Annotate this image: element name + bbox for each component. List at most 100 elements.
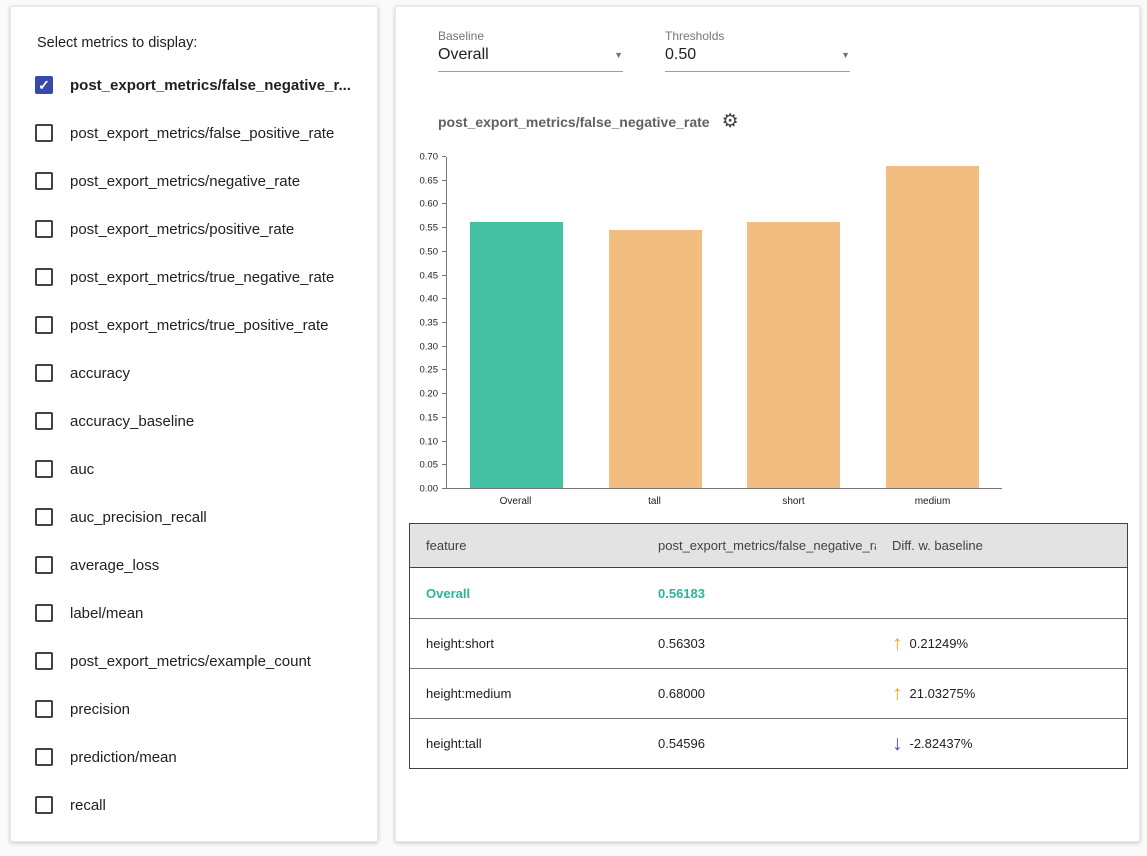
metric-label: post_export_metrics/false_positive_rate [70, 125, 334, 142]
metric-item[interactable]: average_loss [35, 541, 353, 589]
bar-medium[interactable] [886, 166, 979, 488]
y-tick-label: 0.30 [420, 341, 439, 352]
y-tick-label: 0.00 [420, 484, 439, 495]
arrow-down-icon: ↓ [892, 733, 903, 754]
y-tick-mark [442, 227, 446, 228]
y-tick-label: 0.15 [420, 412, 439, 423]
table-header-feature: feature [410, 538, 642, 553]
y-tick-label: 0.50 [420, 246, 439, 257]
metric-label: accuracy [70, 365, 130, 382]
y-tick-mark [442, 417, 446, 418]
y-tick-label: 0.70 [420, 152, 439, 163]
checkbox-unchecked-icon[interactable] [35, 316, 53, 334]
bar-Overall[interactable] [470, 222, 563, 488]
y-tick-label: 0.45 [420, 270, 439, 281]
metrics-list: ✓post_export_metrics/false_negative_r...… [35, 61, 353, 829]
gear-icon[interactable]: ⚙ [722, 112, 739, 131]
x-axis: Overalltallshortmedium [446, 496, 1002, 507]
x-tick-label: tall [585, 496, 724, 507]
metric-item[interactable]: prediction/mean [35, 733, 353, 781]
checkbox-unchecked-icon[interactable] [35, 172, 53, 190]
metric-item[interactable]: auc [35, 445, 353, 493]
chart-header: post_export_metrics/false_negative_rate … [409, 112, 1126, 131]
metric-item[interactable]: post_export_metrics/negative_rate [35, 157, 353, 205]
x-tick-label: Overall [446, 496, 585, 507]
checkbox-unchecked-icon[interactable] [35, 700, 53, 718]
table-row[interactable]: Overall0.56183 [410, 568, 1127, 618]
feature-cell: height:medium [410, 686, 642, 701]
metric-label: recall [70, 797, 106, 814]
metric-label: average_loss [70, 557, 159, 574]
checkbox-unchecked-icon[interactable] [35, 268, 53, 286]
metric-item[interactable]: label/mean [35, 589, 353, 637]
bar-short[interactable] [747, 222, 840, 488]
metric-label: post_export_metrics/example_count [70, 653, 311, 670]
metric-item[interactable]: post_export_metrics/positive_rate [35, 205, 353, 253]
metric-label: post_export_metrics/true_negative_rate [70, 269, 334, 286]
baseline-select-label: Baseline [438, 29, 623, 43]
y-tick-label: 0.25 [420, 365, 439, 376]
metric-value-cell: 0.54596 [642, 736, 876, 751]
diff-text: 21.03275% [910, 686, 976, 701]
metric-label: auc_precision_recall [70, 509, 207, 526]
checkbox-unchecked-icon[interactable] [35, 220, 53, 238]
checkbox-unchecked-icon[interactable] [35, 412, 53, 430]
metric-item[interactable]: precision [35, 685, 353, 733]
checkbox-unchecked-icon[interactable] [35, 460, 53, 478]
metric-item[interactable]: post_export_metrics/true_positive_rate [35, 301, 353, 349]
thresholds-select[interactable]: Thresholds 0.50 ▼ [665, 29, 850, 72]
metrics-panel: Select metrics to display: ✓post_export_… [10, 6, 378, 842]
y-tick-mark [442, 156, 446, 157]
metric-label: post_export_metrics/true_positive_rate [70, 317, 328, 334]
checkbox-unchecked-icon[interactable] [35, 556, 53, 574]
metric-item[interactable]: post_export_metrics/example_count [35, 637, 353, 685]
bar-slot [586, 157, 725, 488]
bar-tall[interactable] [609, 230, 702, 488]
metric-value-cell: 0.56183 [642, 586, 876, 601]
diff-text: 0.21249% [910, 636, 969, 651]
metric-item[interactable]: auc_precision_recall [35, 493, 353, 541]
thresholds-select-label: Thresholds [665, 29, 850, 43]
metric-item[interactable]: post_export_metrics/true_negative_rate [35, 253, 353, 301]
checkbox-unchecked-icon[interactable] [35, 364, 53, 382]
bar-plot [446, 157, 1002, 489]
checkbox-unchecked-icon[interactable] [35, 604, 53, 622]
table-header-diff: Diff. w. baseline [876, 538, 1127, 553]
checkbox-unchecked-icon[interactable] [35, 652, 53, 670]
checkbox-checked-icon[interactable]: ✓ [35, 76, 53, 94]
y-tick-mark [442, 322, 446, 323]
checkbox-unchecked-icon[interactable] [35, 796, 53, 814]
y-tick-mark [442, 275, 446, 276]
metric-item[interactable]: recall [35, 781, 353, 829]
table-header-metric: post_export_metrics/false_negative_rat..… [642, 538, 876, 553]
diff-cell: ↑ 0.21249% [876, 633, 1127, 654]
checkbox-unchecked-icon[interactable] [35, 124, 53, 142]
checkbox-unchecked-icon[interactable] [35, 508, 53, 526]
arrow-up-icon: ↑ [892, 633, 903, 654]
y-tick-mark [442, 441, 446, 442]
metric-item[interactable]: post_export_metrics/false_positive_rate [35, 109, 353, 157]
y-tick-mark [442, 251, 446, 252]
x-tick-label: short [724, 496, 863, 507]
feature-cell: Overall [410, 586, 642, 601]
metric-item[interactable]: accuracy_baseline [35, 397, 353, 445]
baseline-select-value[interactable]: Overall ▼ [438, 46, 623, 72]
arrow-up-icon: ↑ [892, 683, 903, 704]
y-axis: 0.000.050.100.150.200.250.300.350.400.45… [409, 157, 446, 489]
table-row[interactable]: height:tall0.54596↓-2.82437% [410, 718, 1127, 768]
bar-slot [725, 157, 864, 488]
metric-item[interactable]: ✓post_export_metrics/false_negative_r... [35, 61, 353, 109]
chevron-down-icon: ▼ [841, 50, 850, 60]
metric-item[interactable]: accuracy [35, 349, 353, 397]
table-row[interactable]: height:short0.56303↑0.21249% [410, 618, 1127, 668]
y-tick-label: 0.55 [420, 223, 439, 234]
table-row[interactable]: height:medium0.68000↑21.03275% [410, 668, 1127, 718]
bar-slot [863, 157, 1002, 488]
baseline-select[interactable]: Baseline Overall ▼ [438, 29, 623, 72]
checkbox-unchecked-icon[interactable] [35, 748, 53, 766]
bar-slot [447, 157, 586, 488]
table-body: Overall0.56183height:short0.56303↑0.2124… [410, 568, 1127, 768]
metric-label: label/mean [70, 605, 143, 622]
x-tick-label: medium [863, 496, 1002, 507]
thresholds-select-value[interactable]: 0.50 ▼ [665, 46, 850, 72]
